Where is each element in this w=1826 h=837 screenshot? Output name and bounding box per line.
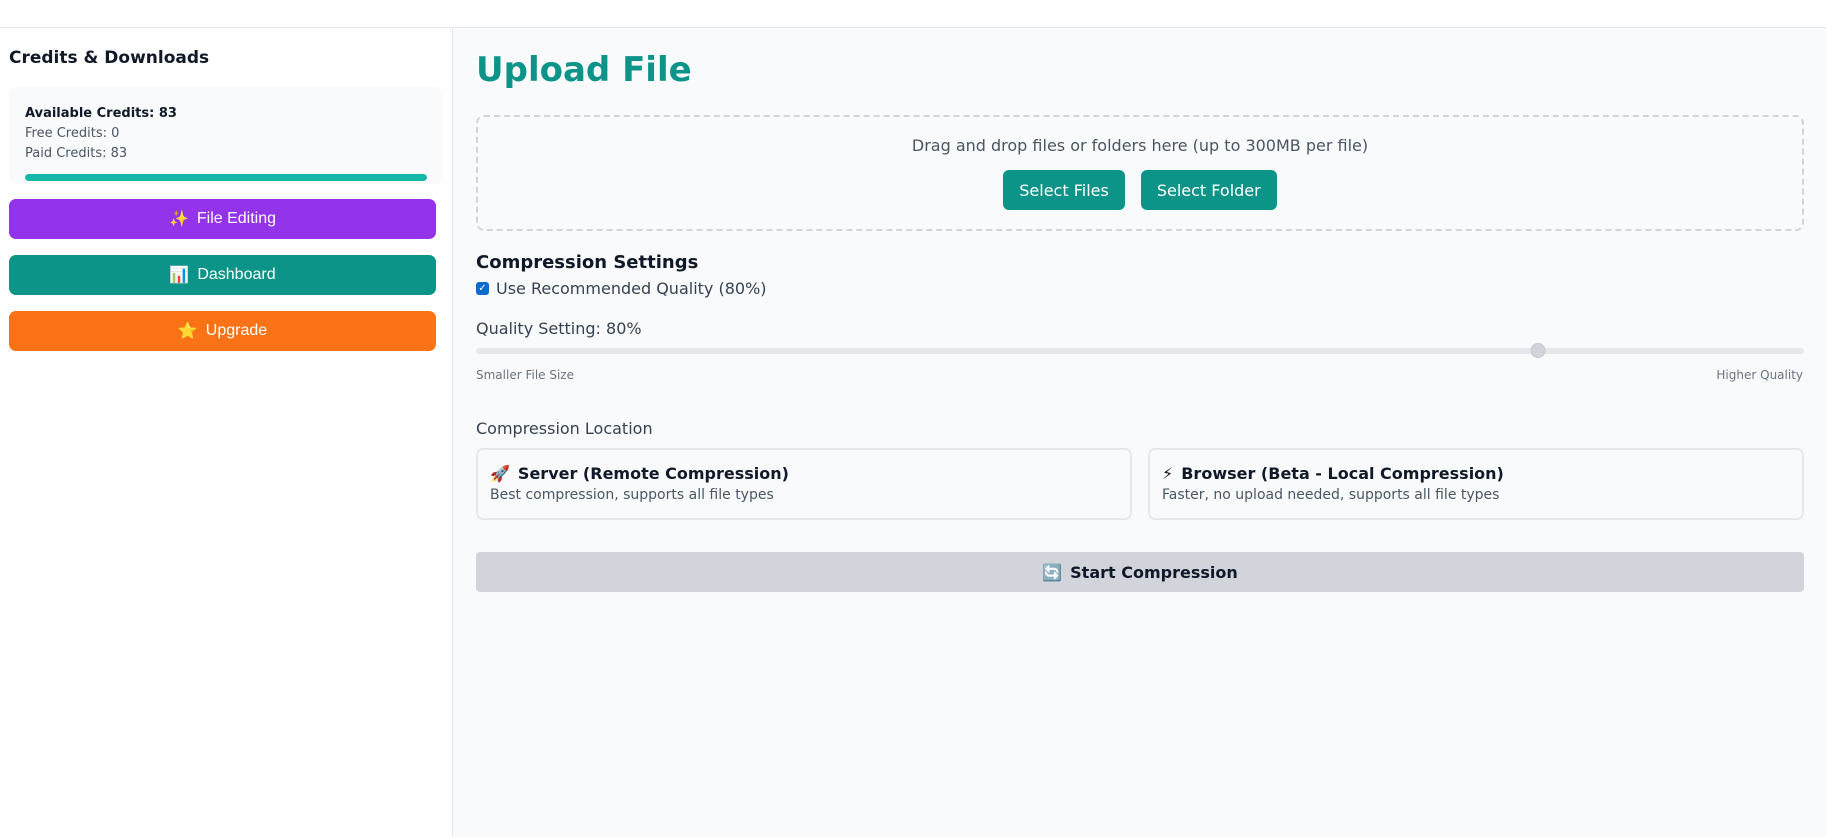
server-option-title: Server (Remote Compression) [517,464,789,483]
sidebar: Credits & Downloads Available Credits: 8… [0,28,453,837]
quality-slider-track[interactable] [476,348,1804,354]
select-files-button[interactable]: Select Files [1003,170,1125,210]
compression-settings-title: Compression Settings [476,252,699,273]
top-bar [0,0,1826,28]
browser-option-title: Browser (Beta - Local Compression) [1181,464,1504,483]
free-credits: Free Credits: 0 [25,126,120,141]
browser-compression-option[interactable]: ⚡ Browser (Beta - Local Compression) Fas… [1148,448,1804,520]
credits-card: Available Credits: 83 Free Credits: 0 Pa… [9,87,443,184]
dropzone-text: Drag and drop files or folders here (up … [911,136,1369,155]
recommended-quality-row[interactable]: ✓ Use Recommended Quality (80%) [476,279,767,298]
quality-slider[interactable] [476,342,1804,360]
browser-option-description: Faster, no upload needed, supports all f… [1162,487,1500,503]
dashboard-label: Dashboard [197,266,276,283]
compression-location-label: Compression Location [476,419,653,438]
server-option-description: Best compression, supports all file type… [490,487,774,503]
upgrade-button[interactable]: ⭐ Upgrade [9,311,436,351]
main-content: Upload File Drag and drop files or folde… [453,28,1826,837]
slider-min-label: Smaller File Size [476,368,574,382]
start-compression-button[interactable]: 🔄 Start Compression [476,552,1804,592]
dashboard-button[interactable]: 📊 Dashboard [9,255,436,295]
server-option-title-row: 🚀 Server (Remote Compression) [490,464,1118,483]
recommended-quality-checkbox[interactable]: ✓ [476,282,489,295]
server-compression-option[interactable]: 🚀 Server (Remote Compression) Best compr… [476,448,1132,520]
quality-slider-thumb[interactable] [1530,343,1546,358]
sparkles-icon: ✨ [168,211,189,228]
refresh-icon: 🔄 [1042,562,1063,582]
file-dropzone[interactable]: Drag and drop files or folders here (up … [476,115,1804,231]
bar-chart-icon: 📊 [169,267,190,284]
browser-option-title-row: ⚡ Browser (Beta - Local Compression) [1162,464,1790,483]
rocket-icon: 🚀 [490,464,510,483]
slider-max-label: Higher Quality [1716,368,1803,382]
paid-credits: Paid Credits: 83 [25,146,128,161]
page-title: Upload File [476,50,692,90]
upgrade-label: Upgrade [205,322,268,339]
credits-progress-fill [25,174,427,181]
file-editing-button[interactable]: ✨ File Editing [9,199,436,239]
available-credits: Available Credits: 83 [25,106,177,121]
recommended-quality-label: Use Recommended Quality (80%) [496,279,767,298]
file-editing-label: File Editing [196,210,277,227]
sidebar-title: Credits & Downloads [9,48,210,68]
select-folder-button[interactable]: Select Folder [1140,170,1277,210]
star-icon: ⭐ [177,323,198,340]
quality-setting-label: Quality Setting: 80% [476,319,642,338]
dropzone-buttons: Select Files Select Folder [478,170,1802,210]
lightning-icon: ⚡ [1162,464,1174,483]
start-compression-label: Start Compression [1070,562,1238,582]
credits-progress-bar [25,174,427,181]
